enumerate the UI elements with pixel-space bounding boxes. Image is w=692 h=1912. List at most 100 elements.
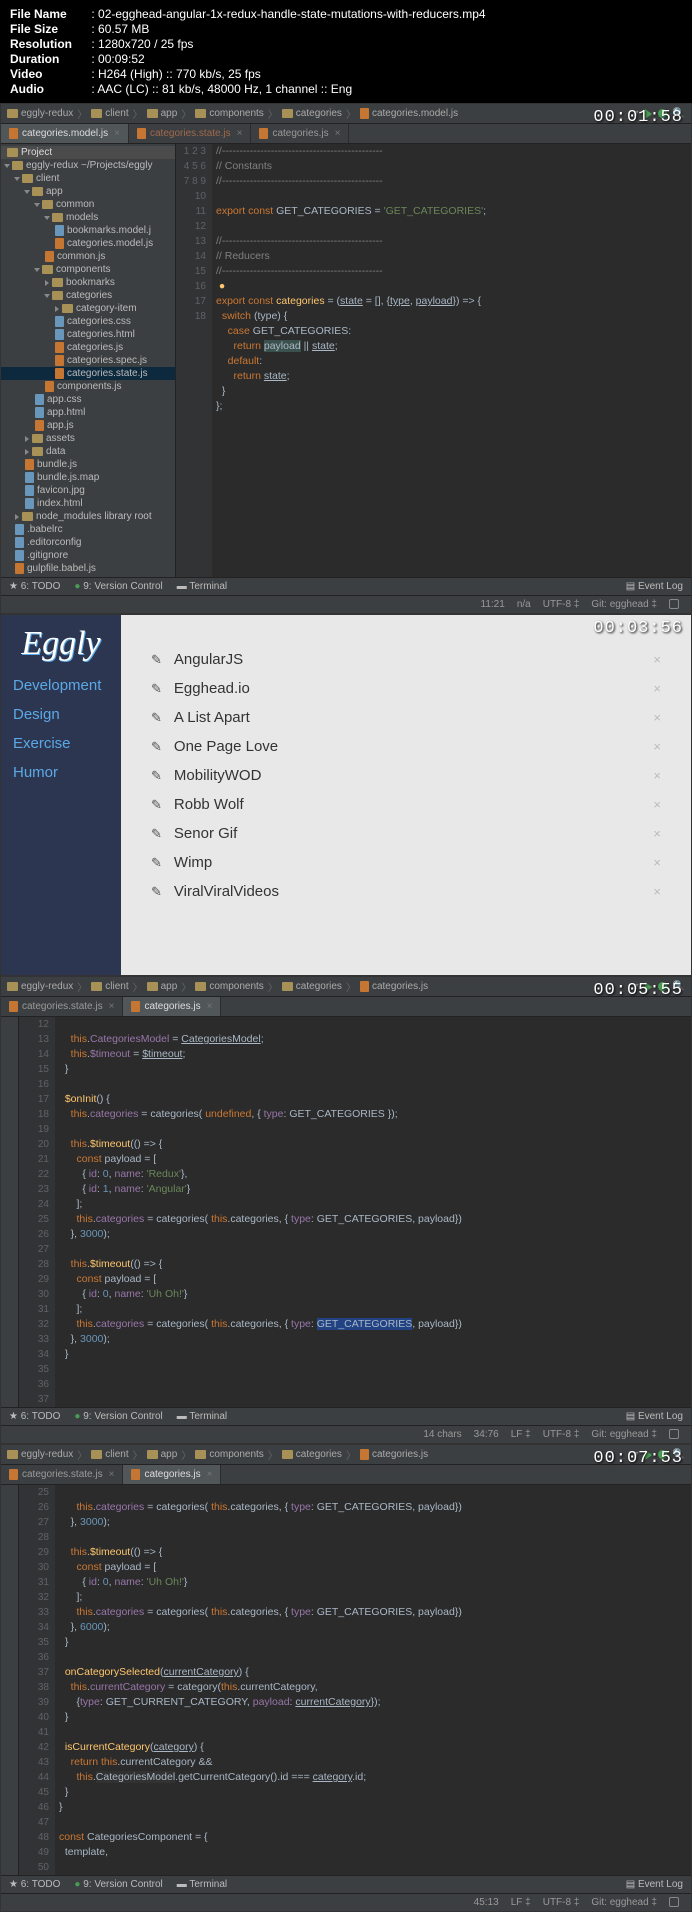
chevron-icon[interactable]: [15, 514, 19, 520]
tree-item[interactable]: categories.html: [1, 328, 175, 341]
tree-item[interactable]: assets: [1, 432, 175, 445]
breadcrumb[interactable]: eggly-redux〉 client〉 app〉 components〉 ca…: [1, 1445, 691, 1465]
terminal-tool[interactable]: ▬ Terminal: [177, 1411, 227, 1422]
chevron-icon[interactable]: [4, 164, 10, 168]
tree-item[interactable]: categories.js: [1, 341, 175, 354]
vcs-tool[interactable]: ● 9: Version Control: [74, 1411, 162, 1422]
breadcrumb-item[interactable]: eggly-redux: [7, 1449, 73, 1460]
edit-icon[interactable]: ✎: [151, 652, 162, 668]
chevron-icon[interactable]: [25, 436, 29, 442]
close-icon[interactable]: ×: [114, 128, 120, 139]
delete-icon[interactable]: ×: [653, 797, 661, 812]
tree-item[interactable]: categories.model.js: [1, 237, 175, 250]
chevron-icon[interactable]: [25, 449, 29, 455]
edit-icon[interactable]: ✎: [151, 826, 162, 842]
delete-icon[interactable]: ×: [653, 768, 661, 783]
breadcrumb-item[interactable]: client: [91, 108, 128, 119]
bookmark-label[interactable]: Senor Gif: [174, 825, 237, 842]
tree-item[interactable]: eggly-redux ~/Projects/eggly: [1, 159, 175, 172]
tree-item[interactable]: category-item: [1, 302, 175, 315]
event-log[interactable]: ▤ Event Log: [626, 1411, 683, 1422]
category-item[interactable]: Development: [1, 671, 121, 700]
tree-item[interactable]: app.html: [1, 406, 175, 419]
tree-item[interactable]: client: [1, 172, 175, 185]
editor-tabs[interactable]: categories.state.js×categories.js×: [1, 1465, 691, 1485]
breadcrumb-item[interactable]: client: [91, 981, 128, 992]
breadcrumb-item[interactable]: app: [147, 108, 178, 119]
editor-tab[interactable]: categories.js×: [123, 997, 221, 1016]
tree-item[interactable]: .editorconfig: [1, 536, 175, 549]
code-editor[interactable]: this.categories = categories( this.categ…: [55, 1485, 691, 1875]
chevron-icon[interactable]: [55, 306, 59, 312]
breadcrumb-item[interactable]: categories: [282, 1449, 342, 1460]
editor-tab[interactable]: categories.model.js×: [1, 124, 129, 143]
chevron-icon[interactable]: [34, 268, 40, 272]
chevron-icon[interactable]: [24, 190, 30, 194]
tree-item[interactable]: app: [1, 185, 175, 198]
breadcrumb-item[interactable]: app: [147, 981, 178, 992]
bookmark-label[interactable]: A List Apart: [174, 709, 250, 726]
close-icon[interactable]: ×: [237, 128, 243, 139]
tree-item[interactable]: common: [1, 198, 175, 211]
breadcrumb-item[interactable]: categories.js: [360, 981, 428, 992]
tree-item[interactable]: categories: [1, 289, 175, 302]
editor-tab[interactable]: categories.state.js×: [129, 124, 251, 143]
tree-item[interactable]: bundle.js: [1, 458, 175, 471]
breadcrumb-item[interactable]: client: [91, 1449, 128, 1460]
todo-tool[interactable]: ★ 6: TODO: [9, 1879, 60, 1890]
breadcrumb-item[interactable]: app: [147, 1449, 178, 1460]
chevron-icon[interactable]: [34, 203, 40, 207]
breadcrumb-item[interactable]: components: [195, 1449, 263, 1460]
tree-item[interactable]: .gitignore: [1, 549, 175, 562]
tree-item[interactable]: node_modules library root: [1, 510, 175, 523]
code-editor[interactable]: this.CategoriesModel = CategoriesModel; …: [55, 1017, 691, 1407]
tree-item[interactable]: components: [1, 263, 175, 276]
tree-item[interactable]: gulpfile.babel.js: [1, 562, 175, 575]
close-icon[interactable]: ×: [207, 1469, 213, 1480]
event-log[interactable]: ▤ Event Log: [626, 1879, 683, 1890]
breadcrumb-item[interactable]: components: [195, 981, 263, 992]
bottom-tools[interactable]: ★ 6: TODO ● 9: Version Control ▬ Termina…: [1, 1875, 691, 1893]
edit-icon[interactable]: ✎: [151, 739, 162, 755]
bookmark-label[interactable]: Robb Wolf: [174, 796, 244, 813]
delete-icon[interactable]: ×: [653, 884, 661, 899]
terminal-tool[interactable]: ▬ Terminal: [177, 1879, 227, 1890]
breadcrumb-item[interactable]: categories.js: [360, 1449, 428, 1460]
tree-item[interactable]: .babelrc: [1, 523, 175, 536]
editor-tab[interactable]: categories.js×: [251, 124, 349, 143]
bookmark-label[interactable]: One Page Love: [174, 738, 278, 755]
close-icon[interactable]: ×: [109, 1469, 115, 1480]
category-item[interactable]: Design: [1, 700, 121, 729]
tree-item[interactable]: data: [1, 445, 175, 458]
close-icon[interactable]: ×: [207, 1001, 213, 1012]
category-item[interactable]: Humor: [1, 758, 121, 787]
bookmark-label[interactable]: ViralViralVideos: [174, 883, 279, 900]
edit-icon[interactable]: ✎: [151, 681, 162, 697]
edit-icon[interactable]: ✎: [151, 884, 162, 900]
terminal-tool[interactable]: ▬ Terminal: [177, 581, 227, 592]
code-editor[interactable]: //--------------------------------------…: [212, 144, 691, 577]
bookmark-label[interactable]: MobilityWOD: [174, 767, 262, 784]
tree-item[interactable]: app.js: [1, 419, 175, 432]
chevron-icon[interactable]: [44, 216, 50, 220]
chevron-icon[interactable]: [45, 280, 49, 286]
delete-icon[interactable]: ×: [653, 652, 661, 667]
project-tree[interactable]: Project eggly-redux ~/Projects/eggly cli…: [1, 144, 176, 577]
tree-item[interactable]: components.js: [1, 380, 175, 393]
vcs-tool[interactable]: ● 9: Version Control: [74, 1879, 162, 1890]
edit-icon[interactable]: ✎: [151, 768, 162, 784]
edit-icon[interactable]: ✎: [151, 855, 162, 871]
todo-tool[interactable]: ★ 6: TODO: [9, 1411, 60, 1422]
breadcrumb-item[interactable]: categories: [282, 108, 342, 119]
tree-item[interactable]: bundle.js.map: [1, 471, 175, 484]
delete-icon[interactable]: ×: [653, 855, 661, 870]
tree-item[interactable]: categories.state.js: [1, 367, 175, 380]
bookmark-label[interactable]: Egghead.io: [174, 680, 250, 697]
editor-tab[interactable]: categories.state.js×: [1, 1465, 123, 1484]
close-icon[interactable]: ×: [335, 128, 341, 139]
editor-tab[interactable]: categories.js×: [123, 1465, 221, 1484]
breadcrumb-item[interactable]: eggly-redux: [7, 108, 73, 119]
tree-item[interactable]: index.html: [1, 497, 175, 510]
editor-tab[interactable]: categories.state.js×: [1, 997, 123, 1016]
edit-icon[interactable]: ✎: [151, 710, 162, 726]
